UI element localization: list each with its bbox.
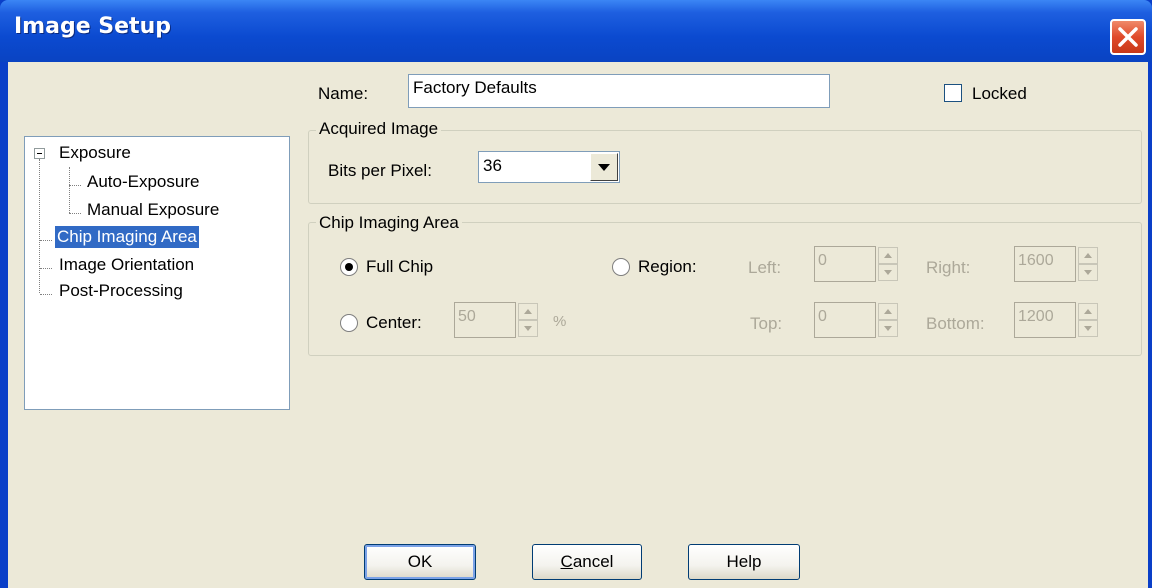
top-label: Top: xyxy=(750,314,783,333)
cancel-button-label: Cancel xyxy=(560,552,614,571)
spin-up-icon[interactable] xyxy=(1078,303,1098,320)
left-label: Left: xyxy=(748,258,782,277)
bottom-spinner[interactable]: 1200 xyxy=(1014,302,1104,338)
title-bar[interactable]: Image Setup xyxy=(0,0,1152,62)
left-spinner[interactable]: 0 xyxy=(814,246,904,282)
locked-label[interactable]: Locked xyxy=(972,84,1027,104)
tree-item-chip-imaging-area[interactable]: Chip Imaging Area xyxy=(55,226,199,248)
image-setup-window: Image Setup Exposure Auto-Exposure Manua… xyxy=(0,0,1152,588)
spin-down-icon[interactable] xyxy=(1078,264,1098,281)
right-label: Right: xyxy=(926,258,971,277)
bottom-label: Bottom: xyxy=(926,314,985,333)
tree-line xyxy=(69,185,81,186)
spin-up-icon[interactable] xyxy=(878,303,898,320)
full-chip-label[interactable]: Full Chip xyxy=(366,257,433,277)
region-label[interactable]: Region: xyxy=(638,257,697,277)
settings-tree[interactable]: Exposure Auto-Exposure Manual Exposure C… xyxy=(24,136,290,410)
locked-checkbox[interactable] xyxy=(944,84,962,102)
center-label[interactable]: Center: xyxy=(366,313,422,333)
spin-down-icon[interactable] xyxy=(1078,320,1098,337)
spin-up-icon[interactable] xyxy=(518,303,538,320)
right-spinner[interactable]: 1600 xyxy=(1014,246,1104,282)
full-chip-radio[interactable] xyxy=(340,258,358,276)
bits-per-pixel-label: Bits per Pixel: xyxy=(328,161,432,180)
tree-line xyxy=(39,159,40,293)
tree-item-post-processing[interactable]: Post-Processing xyxy=(57,280,185,302)
bits-per-pixel-value: 36 xyxy=(483,156,502,175)
center-spinner[interactable]: 50 xyxy=(454,302,544,338)
cancel-button[interactable]: Cancel xyxy=(532,544,642,580)
ok-button[interactable]: OK xyxy=(364,544,476,580)
bottom-value-field[interactable]: 1200 xyxy=(1014,302,1076,338)
tree-line xyxy=(69,213,81,214)
region-radio[interactable] xyxy=(612,258,630,276)
spin-down-icon[interactable] xyxy=(878,264,898,281)
tree-line xyxy=(40,240,52,241)
close-button[interactable] xyxy=(1110,19,1146,55)
tree-item-auto-exposure[interactable]: Auto-Exposure xyxy=(85,171,201,193)
help-button[interactable]: Help xyxy=(688,544,800,580)
name-label: Name: xyxy=(318,84,369,103)
name-field[interactable]: Factory Defaults xyxy=(408,74,830,108)
right-value-field[interactable]: 1600 xyxy=(1014,246,1076,282)
tree-item-manual-exposure[interactable]: Manual Exposure xyxy=(85,199,221,221)
percent-label: % xyxy=(553,313,567,330)
bits-per-pixel-select[interactable]: 36 xyxy=(478,151,620,183)
window-title: Image Setup xyxy=(14,14,171,39)
spin-up-icon[interactable] xyxy=(878,247,898,264)
tree-collapse-icon[interactable] xyxy=(34,148,45,159)
spin-down-icon[interactable] xyxy=(518,320,538,337)
acquired-image-group xyxy=(308,130,1142,204)
spin-up-icon[interactable] xyxy=(1078,247,1098,264)
tree-line xyxy=(40,268,52,269)
tree-line xyxy=(69,167,70,213)
close-icon xyxy=(1118,27,1138,47)
top-value-field[interactable]: 0 xyxy=(814,302,876,338)
left-value-field[interactable]: 0 xyxy=(814,246,876,282)
tree-item-exposure[interactable]: Exposure xyxy=(57,142,133,164)
tree-item-image-orientation[interactable]: Image Orientation xyxy=(57,254,196,276)
acquired-image-title: Acquired Image xyxy=(316,119,442,139)
dialog-client-area: Exposure Auto-Exposure Manual Exposure C… xyxy=(8,62,1148,588)
spin-down-icon[interactable] xyxy=(878,320,898,337)
tree-line xyxy=(40,294,52,295)
top-spinner[interactable]: 0 xyxy=(814,302,904,338)
chevron-down-icon[interactable] xyxy=(590,153,618,181)
center-value-field[interactable]: 50 xyxy=(454,302,516,338)
center-radio[interactable] xyxy=(340,314,358,332)
chip-imaging-area-title: Chip Imaging Area xyxy=(316,213,462,233)
